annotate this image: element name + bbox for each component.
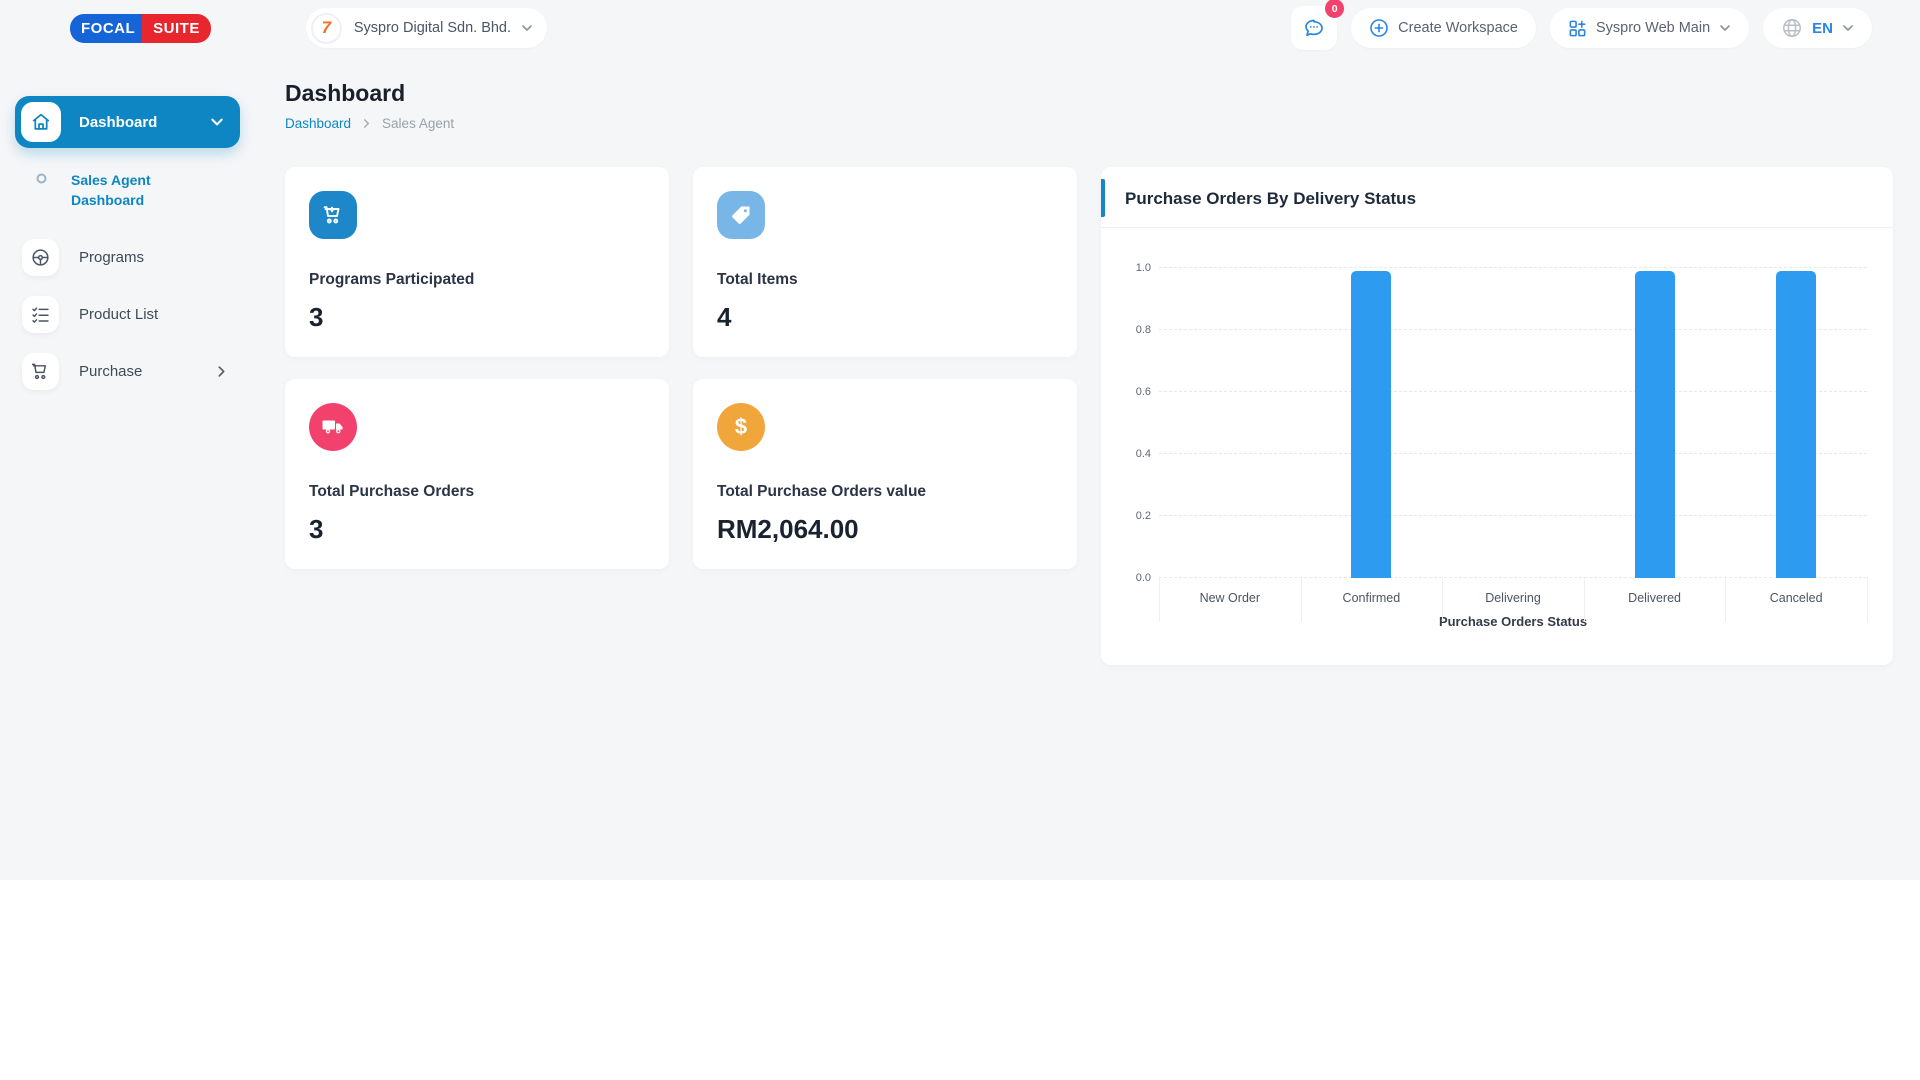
home-icon (21, 102, 61, 142)
chevron-right-icon (215, 365, 228, 378)
workspace-selector[interactable]: 7 Syspro Digital Sdn. Bhd. (306, 8, 547, 48)
sidebar-item-dashboard[interactable]: Dashboard (15, 96, 240, 148)
x-axis-tick (1584, 578, 1585, 622)
app-selector[interactable]: Syspro Web Main (1550, 8, 1749, 48)
sidebar-item-programs[interactable]: Programs (22, 239, 260, 276)
stat-value: 4 (717, 302, 1053, 333)
stat-card-programs-participated: Programs Participated 3 (285, 167, 669, 357)
gridline (1159, 453, 1867, 454)
bar-chart-plot: 0.00.20.40.60.81.0 (1159, 268, 1867, 578)
stat-card-total-purchase-orders: Total Purchase Orders 3 (285, 379, 669, 569)
sidebar-item-label: Sales Agent Dashboard (71, 170, 191, 211)
checklist-icon (22, 296, 59, 333)
chat-bubble-icon (1302, 16, 1326, 40)
chevron-down-icon (521, 22, 533, 34)
main-content: Dashboard Dashboard Sales Agent (285, 56, 1893, 665)
ring-bullet-icon (36, 173, 47, 184)
gridline (1159, 577, 1867, 578)
x-axis-tick (1442, 578, 1443, 622)
language-label: EN (1812, 20, 1833, 37)
logo-suite: SUITE (142, 14, 211, 43)
sidebar-item-purchase[interactable]: Purchase (22, 353, 260, 390)
create-workspace-label: Create Workspace (1398, 20, 1518, 36)
x-axis-label: Delivered (1584, 591, 1726, 605)
x-axis-title: Purchase Orders Status (1159, 614, 1867, 629)
chart-header: Purchase Orders By Delivery Status (1101, 167, 1893, 228)
breadcrumb-dashboard-link[interactable]: Dashboard (285, 116, 351, 131)
app-grid-plus-icon (1568, 19, 1587, 38)
bar-canceled (1776, 271, 1816, 578)
globe-icon (1781, 17, 1803, 39)
stat-card-total-purchase-orders-value: $ Total Purchase Orders value RM2,064.00 (693, 379, 1077, 569)
truck-icon (309, 403, 357, 451)
shopping-cart-icon (22, 353, 59, 390)
workspace-name: Syspro Digital Sdn. Bhd. (354, 20, 511, 36)
chart-accent-bar (1101, 179, 1105, 217)
steering-wheel-icon (22, 239, 59, 276)
gridline (1159, 267, 1867, 268)
cart-plus-icon (309, 191, 357, 239)
sidebar-item-label: Dashboard (79, 114, 157, 131)
x-axis-label: Delivering (1442, 591, 1584, 605)
chat-count-badge: 0 (1325, 0, 1344, 18)
y-tick-label: 0.0 (1123, 572, 1151, 584)
breadcrumb-current: Sales Agent (382, 116, 454, 131)
gridline (1159, 391, 1867, 392)
stat-label: Total Items (717, 271, 1053, 289)
x-axis-tick (1725, 578, 1726, 622)
app-background: FOCAL SUITE 7 Syspro Digital Sdn. Bhd. (0, 0, 1920, 880)
y-tick-label: 0.2 (1123, 510, 1151, 522)
y-tick-label: 0.4 (1123, 448, 1151, 460)
chart-title: Purchase Orders By Delivery Status (1125, 189, 1869, 209)
stat-label: Total Purchase Orders (309, 483, 645, 501)
stat-label: Programs Participated (309, 271, 645, 289)
chat-button[interactable]: 0 (1291, 6, 1337, 50)
breadcrumb: Dashboard Sales Agent (285, 116, 1893, 131)
x-axis-labels: New OrderConfirmedDeliveringDeliveredCan… (1159, 578, 1867, 605)
workspace-avatar: 7 (311, 13, 342, 44)
sidebar-item-label: Purchase (79, 363, 142, 380)
x-axis-label: Canceled (1725, 591, 1867, 605)
chevron-down-icon (210, 115, 224, 129)
x-axis-label: New Order (1159, 591, 1301, 605)
x-axis-tick (1301, 578, 1302, 622)
chevron-down-icon (1719, 22, 1731, 34)
gridline (1159, 515, 1867, 516)
stat-value: 3 (309, 514, 645, 545)
app-selector-label: Syspro Web Main (1596, 20, 1710, 36)
create-workspace-button[interactable]: Create Workspace (1351, 8, 1536, 48)
breadcrumb-separator-icon (361, 118, 372, 129)
x-axis-label: Confirmed (1301, 591, 1443, 605)
x-axis-tick (1867, 578, 1868, 622)
y-tick-label: 0.8 (1123, 324, 1151, 336)
logo-focal: FOCAL (70, 14, 146, 43)
chevron-down-icon (1842, 22, 1854, 34)
focal-suite-logo[interactable]: FOCAL SUITE (70, 14, 211, 43)
sidebar-item-product-list[interactable]: Product List (22, 296, 260, 333)
bar-confirmed (1351, 271, 1391, 578)
gridline (1159, 329, 1867, 330)
y-tick-label: 1.0 (1123, 262, 1151, 274)
top-header: FOCAL SUITE 7 Syspro Digital Sdn. Bhd. (0, 0, 1920, 56)
stat-card-total-items: Total Items 4 (693, 167, 1077, 357)
tag-icon (717, 191, 765, 239)
stat-label: Total Purchase Orders value (717, 483, 1053, 501)
purchase-orders-chart-card: Purchase Orders By Delivery Status 0.00.… (1101, 167, 1893, 665)
plus-circle-icon (1369, 18, 1389, 38)
language-selector[interactable]: EN (1763, 8, 1872, 48)
page-title: Dashboard (285, 80, 1893, 107)
stat-cards: Programs Participated 3 Total Items 4 (285, 167, 1077, 665)
dollar-icon: $ (717, 403, 765, 451)
sidebar-item-label: Programs (79, 249, 144, 266)
sidebar-item-sales-agent-dashboard[interactable]: Sales Agent Dashboard (36, 170, 260, 211)
y-tick-label: 0.6 (1123, 386, 1151, 398)
chart-body: 0.00.20.40.60.81.0 New OrderConfirmedDel… (1101, 228, 1893, 629)
x-axis-tick (1159, 578, 1160, 622)
stat-value: 3 (309, 302, 645, 333)
sidebar-item-label: Product List (79, 306, 158, 323)
sidebar: Dashboard Sales Agent Dashboard P (0, 56, 260, 390)
stat-value: RM2,064.00 (717, 514, 1053, 545)
bar-delivered (1635, 271, 1675, 578)
